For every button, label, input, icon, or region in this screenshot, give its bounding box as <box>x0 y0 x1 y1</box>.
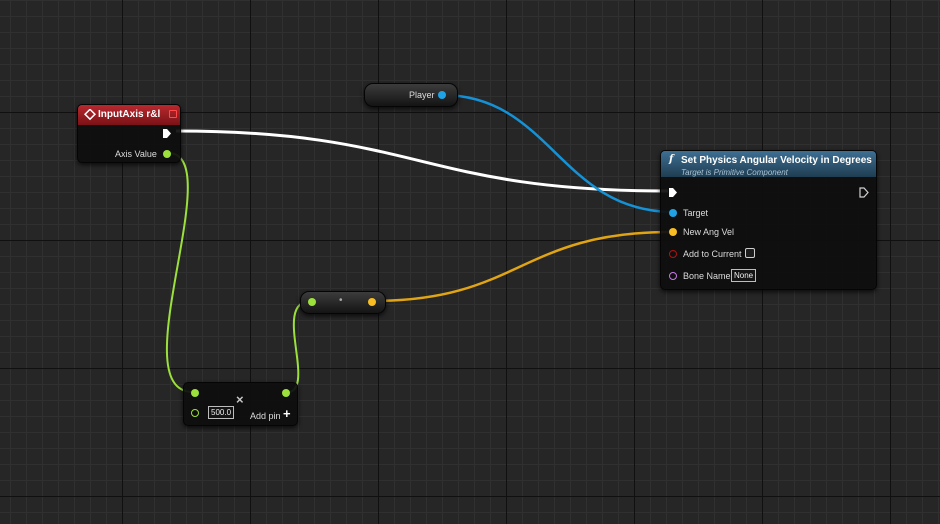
input-axis-title: InputAxis r&l <box>98 109 161 120</box>
delegate-pin-icon[interactable] <box>169 110 177 118</box>
new-ang-vel-label: New Ang Vel <box>683 227 735 237</box>
make-vector-node[interactable]: • <box>300 291 386 314</box>
multiply-result-float-wire[interactable] <box>284 300 312 394</box>
target-label: Target <box>683 208 709 218</box>
add-to-current-checkbox[interactable] <box>745 248 755 258</box>
player-label: Player <box>409 90 435 100</box>
input-axis-event-node[interactable]: InputAxis r&l Axis Value <box>77 104 181 163</box>
vector-input-float-pin[interactable] <box>308 298 316 306</box>
bone-name-input[interactable]: None <box>731 269 757 282</box>
remove-pin-icon[interactable]: × <box>236 392 244 407</box>
multiply-node[interactable]: × 500.0 Add pin + <box>183 382 298 426</box>
player-target-wire[interactable] <box>441 93 672 214</box>
exec-out-pin-then[interactable] <box>859 187 869 198</box>
bone-name-label: Bone Name <box>683 271 731 281</box>
add-pin-label: Add pin <box>250 411 281 421</box>
exec-in-pin[interactable] <box>668 187 678 198</box>
exec-out-pin[interactable] <box>162 128 172 139</box>
function-header[interactable]: f Set Physics Angular Velocity in Degree… <box>661 151 876 177</box>
compact-node-dot-icon: • <box>339 295 343 306</box>
function-subtitle: Target is Primitive Component <box>681 168 788 177</box>
axis-value-float-pin[interactable] <box>163 150 171 158</box>
multiply-input-a-float-pin[interactable] <box>191 389 199 397</box>
add-pin-icon[interactable]: + <box>283 406 291 421</box>
player-variable-node[interactable]: Player <box>364 83 458 107</box>
multiply-output-float-pin[interactable] <box>282 389 290 397</box>
axis-value-float-wire[interactable] <box>166 152 194 393</box>
vector-new-ang-vel-wire[interactable] <box>371 230 672 303</box>
multiply-input-b-float-pin[interactable] <box>191 409 199 417</box>
add-to-current-bool-pin[interactable] <box>669 250 677 258</box>
vector-output-pin[interactable] <box>368 298 376 306</box>
event-diamond-icon <box>84 109 96 121</box>
axis-value-label: Axis Value <box>115 149 157 159</box>
multiply-value-input[interactable]: 500.0 <box>208 406 235 419</box>
new-ang-vel-vector-pin[interactable] <box>669 228 677 236</box>
target-object-pin[interactable] <box>669 209 677 217</box>
function-icon: f <box>669 154 674 165</box>
function-title: Set Physics Angular Velocity in Degrees <box>681 155 872 166</box>
bone-name-pin[interactable] <box>669 272 677 280</box>
set-physics-angular-velocity-node[interactable]: f Set Physics Angular Velocity in Degree… <box>660 150 877 290</box>
player-object-pin[interactable] <box>438 91 446 99</box>
exec-wire[interactable] <box>175 129 669 193</box>
add-to-current-label: Add to Current <box>683 249 742 259</box>
input-axis-header[interactable]: InputAxis r&l <box>78 105 180 125</box>
